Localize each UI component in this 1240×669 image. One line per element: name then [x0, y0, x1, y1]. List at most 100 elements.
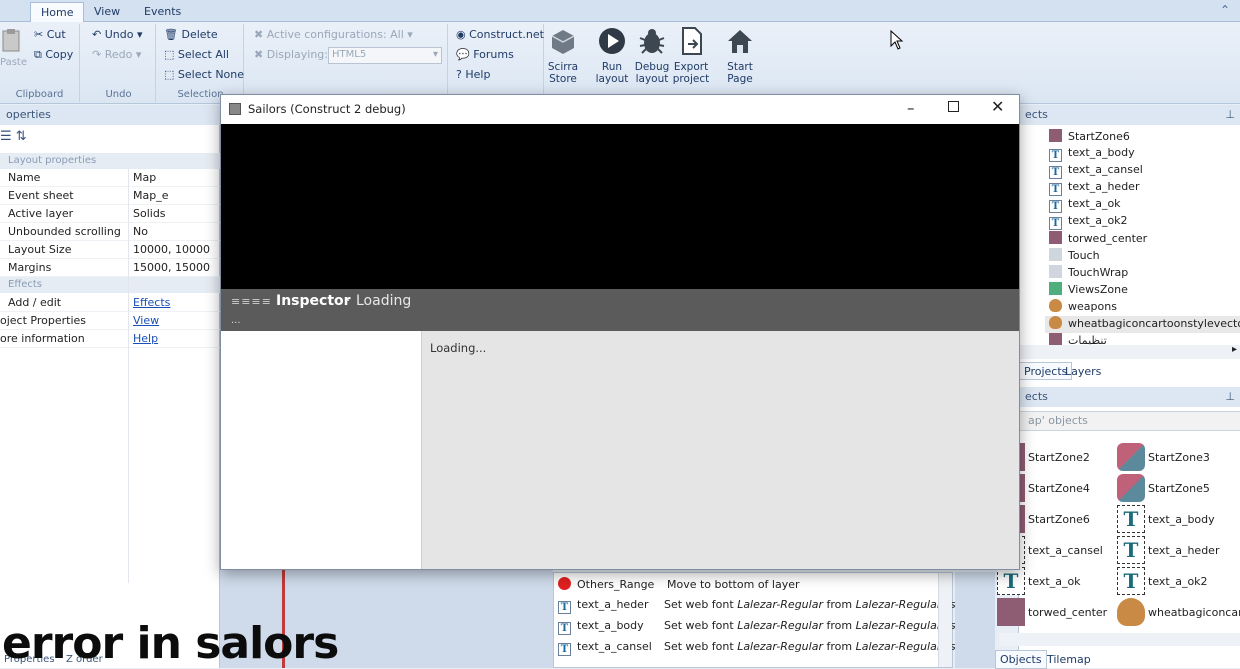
mouse-cursor-icon: [890, 30, 904, 50]
tab-layers[interactable]: Layers: [1061, 363, 1105, 380]
sort-icon[interactable]: ☰ ⇅: [0, 129, 27, 144]
scirra-store-button[interactable]: Scirra Store: [542, 26, 584, 85]
export-project-button[interactable]: Export project: [670, 26, 712, 85]
properties-header: operties: [0, 105, 220, 125]
delete-button[interactable]: 🗑 Delete: [164, 28, 218, 41]
clipboard-group: Paste ✂ Cut ⧉ Copy Clipboard: [0, 24, 80, 102]
help-link[interactable]: Help: [133, 332, 158, 345]
close-icon[interactable]: ✕: [991, 97, 1004, 116]
event-action-row[interactable]: Ttext_a_cansel Set web font Lalezar-Regul…: [558, 640, 961, 660]
objects-title: ects: [1025, 108, 1048, 121]
run-layout-button[interactable]: Run layout: [591, 26, 633, 85]
objects-header: ects ⊥: [1019, 105, 1240, 125]
property-row[interactable]: Name Map: [0, 169, 220, 187]
event-object: Others_Range: [577, 578, 655, 591]
zone-sprite-icon: [1117, 474, 1145, 502]
view-link[interactable]: View: [133, 314, 159, 327]
layout-properties-section[interactable]: Layout properties: [0, 153, 220, 169]
object-grid-label: StartZone4: [1028, 482, 1090, 495]
tab-objects[interactable]: Objects: [995, 650, 1047, 669]
object-grid-item[interactable]: Ttext_a_ok: [997, 567, 1115, 597]
object-grid-label: text_a_cansel: [1028, 544, 1103, 557]
text-object-icon: T: [1049, 166, 1062, 179]
event-action-row[interactable]: Ttext_a_heder Set web font Lalezar-Regula…: [558, 598, 961, 618]
property-row[interactable]: Active layer Solids: [0, 205, 220, 223]
select-none-button[interactable]: ⬚ Select None: [164, 68, 244, 81]
event-action-row[interactable]: Ttext_a_body Set web font Lalezar-Regular…: [558, 619, 961, 639]
event-scrollbar[interactable]: [938, 573, 952, 667]
select-all-label: Select All: [177, 48, 229, 61]
forums-link[interactable]: 💬 Forums: [456, 48, 514, 61]
tree-item-label: TouchWrap: [1068, 266, 1129, 279]
drag-handle-icon[interactable]: ≡≡≡≡: [231, 295, 272, 308]
object-grid-item[interactable]: StartZone5: [1117, 474, 1235, 504]
pin-icon[interactable]: ⊥: [1225, 108, 1235, 121]
tree-item[interactable]: Ttext_a_cansel: [1049, 163, 1143, 180]
copy-icon: ⧉: [34, 48, 46, 61]
bug-icon: [639, 29, 665, 54]
tree-item[interactable]: TouchWrap: [1049, 265, 1128, 282]
scroll-right-icon[interactable]: ▸: [1232, 344, 1237, 355]
tab-view[interactable]: View: [84, 2, 130, 22]
tab-home[interactable]: Home: [30, 2, 85, 22]
redo-button[interactable]: ↷ Redo ▾: [92, 48, 141, 61]
grid-scrollbar[interactable]: [999, 633, 1240, 646]
event-action-row[interactable]: Others_Range Move to bottom of layer: [558, 577, 800, 597]
object-grid-label: StartZone6: [1028, 513, 1090, 526]
undo-button[interactable]: ↶ Undo ▾: [92, 28, 143, 41]
tree-item[interactable]: torwed_center: [1049, 231, 1147, 248]
construct-net-link[interactable]: ◉ Construct.net: [456, 28, 544, 41]
property-row[interactable]: Unbounded scrolling No: [0, 223, 220, 241]
displaying-select[interactable]: HTML5 ▾: [328, 47, 442, 64]
tree-item[interactable]: wheatbagiconcartoonstylevector: [1045, 316, 1240, 333]
object-grid-item[interactable]: Ttext_a_ok2: [1117, 567, 1235, 597]
inspector-object-list[interactable]: [221, 331, 421, 569]
active-configurations-button[interactable]: ✖ Active configurations: All ▾: [254, 28, 413, 41]
object-grid-item[interactable]: torwed_center: [997, 598, 1115, 628]
tree-item[interactable]: StartZone6: [1049, 129, 1130, 146]
objects-filter-input[interactable]: ap' objects: [1019, 411, 1240, 431]
tab-tilemap[interactable]: Tilemap: [1043, 651, 1095, 668]
tree-item[interactable]: Ttext_a_ok: [1049, 197, 1121, 214]
effects-section[interactable]: Effects: [0, 277, 220, 293]
paste-label: Paste: [0, 57, 27, 68]
property-row[interactable]: Margins 15000, 15000: [0, 259, 220, 277]
object-grid-item[interactable]: StartZone3: [1117, 443, 1235, 473]
maximize-icon[interactable]: [948, 101, 959, 112]
select-all-button[interactable]: ⬚ Select All: [164, 48, 229, 61]
game-canvas[interactable]: [221, 124, 1019, 289]
text-object-icon: T: [1049, 217, 1062, 230]
tree-item[interactable]: Touch: [1049, 248, 1100, 265]
help-link[interactable]: ? Help: [456, 68, 490, 81]
minimize-icon[interactable]: –: [907, 99, 915, 117]
tree-item[interactable]: تنظیمات: [1049, 333, 1107, 345]
tree-item[interactable]: Ttext_a_heder: [1049, 180, 1139, 197]
scirra-store-label2: Store: [549, 73, 577, 85]
start-page-button[interactable]: Start Page: [719, 26, 761, 85]
tree-item-label: Touch: [1068, 249, 1100, 262]
tree-item[interactable]: weapons: [1049, 299, 1117, 316]
tree-item[interactable]: Ttext_a_ok2: [1049, 214, 1128, 231]
tab-events[interactable]: Events: [134, 2, 191, 22]
text-object-icon: T: [1049, 183, 1062, 196]
minimize-ribbon-icon[interactable]: ⌃: [1220, 3, 1230, 17]
effects-link[interactable]: Effects: [133, 296, 170, 309]
layout-area-right: [955, 572, 995, 668]
property-row[interactable]: Event sheet Map_e: [0, 187, 220, 205]
object-grid-item[interactable]: wheatbagiconcart: [1117, 598, 1240, 628]
event-object: text_a_body: [577, 619, 644, 632]
pin-icon[interactable]: ⊥: [1225, 390, 1235, 403]
copy-button[interactable]: ⧉ Copy: [34, 48, 73, 62]
debug-layout-button[interactable]: Debug layout: [631, 26, 673, 85]
object-grid-item[interactable]: Ttext_a_heder: [1117, 536, 1235, 566]
tree-scrollbar[interactable]: ▸: [1019, 344, 1240, 359]
paste-button[interactable]: Paste: [0, 28, 27, 68]
object-grid-label: wheatbagiconcart: [1148, 606, 1240, 619]
tree-item[interactable]: Ttext_a_body: [1049, 146, 1135, 163]
object-grid-item[interactable]: Ttext_a_body: [1117, 505, 1235, 535]
cut-button[interactable]: ✂ Cut: [34, 28, 66, 41]
tree-item[interactable]: ViewsZone: [1049, 282, 1128, 299]
configurations-group: ✖ Active configurations: All ▾ ✖ Display…: [246, 24, 448, 102]
property-row[interactable]: Layout Size 10000, 10000: [0, 241, 220, 259]
object-grid-label: StartZone3: [1148, 451, 1210, 464]
